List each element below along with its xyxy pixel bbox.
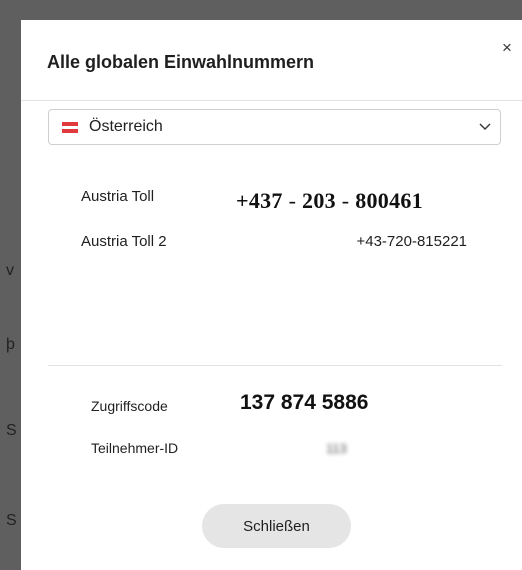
- number-part: 203: [302, 188, 336, 213]
- close-icon[interactable]: ×: [497, 38, 517, 58]
- section-divider: [48, 365, 502, 366]
- background-text-fragment: þ: [6, 336, 15, 353]
- access-code-value: 137 874 5886: [240, 391, 369, 414]
- background-text-fragment: S: [6, 422, 17, 439]
- title-divider: [21, 100, 522, 101]
- chevron-down-icon: [479, 123, 491, 130]
- participant-id-label: Teilnehmer-ID: [91, 440, 179, 456]
- access-code-label: Zugriffscode: [91, 398, 168, 414]
- number-separator: -: [341, 188, 350, 213]
- close-button[interactable]: Schließen: [202, 504, 351, 548]
- austria-flag-icon: [62, 122, 78, 134]
- dialog-title: Alle globalen Einwahlnummern: [47, 52, 315, 72]
- number-part: +437: [236, 188, 283, 213]
- number-separator: -: [288, 188, 297, 213]
- dial-in-number[interactable]: +43-720-815221: [356, 233, 467, 250]
- participant-id-value: 113: [326, 441, 347, 456]
- dial-in-number[interactable]: +437 - 203 - 800461: [236, 188, 423, 214]
- country-select[interactable]: Österreich: [48, 109, 501, 145]
- country-select-value: Österreich: [89, 118, 163, 135]
- background-text-fragment: v: [6, 262, 14, 279]
- dial-in-numbers-dialog: Alle globalen Einwahlnummern × Österreic…: [21, 20, 522, 570]
- dial-in-label: Austria Toll 2: [81, 233, 167, 250]
- dial-in-label: Austria Toll: [81, 188, 155, 205]
- number-part: 800461: [355, 188, 423, 213]
- background-text-fragment: S: [6, 512, 17, 529]
